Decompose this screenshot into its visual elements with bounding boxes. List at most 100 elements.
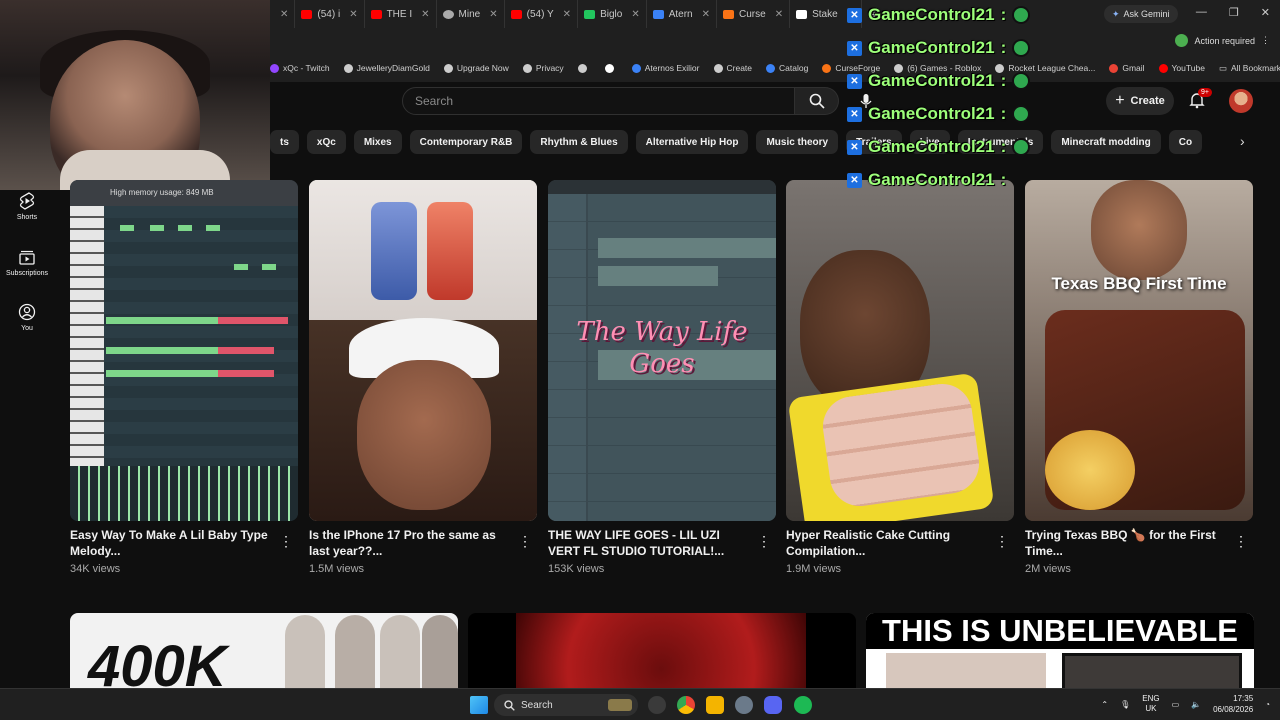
filter-chip[interactable]: Music theory [756,130,839,154]
menu-dots-icon[interactable]: ⋮ [1261,35,1270,46]
start-windows-icon[interactable] [470,696,488,714]
taskbar-search[interactable]: Search [494,694,638,716]
bookmark-item[interactable]: Aternos Exilior [631,63,700,73]
bookmarks-bar: xQc - Twitch JewelleryDiamGold Upgrade Now… [270,58,1280,78]
more-options-icon[interactable]: ⋮ [757,533,771,550]
bookmark-item[interactable]: xQc - Twitch [270,63,330,73]
video-thumbnail[interactable]: High memory usage: 849 MB [70,180,298,521]
browser-tab[interactable]: THE I ✕ [365,0,437,28]
browser-tab[interactable]: ✕ [270,0,296,28]
search-input[interactable]: Search [402,87,795,115]
search-box: Search [402,87,839,115]
more-options-icon[interactable]: ⋮ [518,533,532,550]
close-tab-icon[interactable]: ✕ [563,9,571,20]
close-tab-icon[interactable]: ✕ [489,9,497,20]
filter-chip[interactable]: Rhythm & Blues [530,130,628,154]
browser-tab[interactable]: Biglo ✕ [578,0,647,28]
chat-badge-icon: ✕ [847,106,862,122]
bookmark-item[interactable] [577,63,591,73]
video-thumbnail[interactable]: Texas BBQ First Time [1025,180,1253,521]
all-bookmarks-label: All Bookmarks [1230,63,1280,73]
minimize-icon[interactable]: — [1196,6,1207,19]
browser-tab[interactable]: (54) Y ✕ [505,0,579,28]
filter-chip[interactable]: Co [1168,130,1203,154]
close-tab-icon[interactable]: ✕ [631,9,639,20]
network-icon[interactable]: ▭ [1172,700,1180,709]
bookmark-item[interactable]: Upgrade Now [443,63,509,73]
browser-tab[interactable]: (54) i ✕ [295,0,365,28]
address-bar[interactable] [270,30,1280,56]
chevron-up-icon[interactable]: ⌃ [1101,700,1108,709]
chevron-right-icon[interactable]: › [1240,133,1245,149]
stake-favicon-icon [796,9,808,19]
thumbnail-text-unbelievable: THIS IS UNBELIEVABLE [866,613,1254,649]
browser-tab[interactable]: Atern ✕ [647,0,717,28]
bookmark-item[interactable]: Catalog [766,63,808,73]
close-tab-icon[interactable]: ✕ [775,9,783,20]
maximize-icon[interactable]: ❐ [1229,6,1239,19]
notifications-button[interactable]: 9+ [1188,88,1212,114]
more-options-icon[interactable]: ⋮ [279,533,293,550]
emote-icon [1012,39,1031,57]
video-thumbnail[interactable] [309,180,537,521]
profile-action-required[interactable]: Action required ⋮ [1175,34,1270,47]
bookmark-item[interactable]: Gmail [1109,63,1145,73]
bookmark-item[interactable]: Create [713,63,752,73]
sidebar-item-subscriptions[interactable]: Subscriptions [0,248,54,277]
app-icon[interactable] [648,696,666,714]
video-thumbnail[interactable]: THIS IS UNBELIEVABLE [866,613,1254,693]
filter-chip[interactable]: Contemporary R&B [409,130,523,154]
more-options-icon[interactable]: ⋮ [995,533,1009,550]
chat-username: GameControl21 [868,71,995,90]
tab-label: Atern [668,8,693,20]
close-tab-icon[interactable]: ✕ [421,9,429,20]
microphone-tray-icon[interactable]: 🎙 [1120,700,1130,709]
chrome-icon[interactable] [677,696,695,714]
settings-gear-icon[interactable] [735,696,753,714]
clock[interactable]: 17:35 06/08/2026 [1213,693,1253,715]
video-thumbnail[interactable]: 400K [70,613,458,693]
video-title[interactable]: Trying Texas BBQ 🍗 for the First Time... [1025,527,1225,559]
video-thumbnail[interactable] [468,613,856,693]
bookmark-item[interactable]: JewelleryDiamGold [343,63,430,73]
filter-chip[interactable]: Alternative Hip Hop [635,130,749,154]
close-tab-icon[interactable]: ✕ [702,9,710,20]
chat-username: GameControl21 [868,170,995,189]
video-title[interactable]: Is the IPhone 17 Pro the same as last ye… [309,527,509,559]
close-tab-icon[interactable]: ✕ [280,9,288,20]
bookmark-item[interactable]: YouTube [1158,63,1205,73]
search-button[interactable] [795,87,839,115]
more-options-icon[interactable]: ⋮ [1234,533,1248,550]
sidebar-item-you[interactable]: You [0,303,54,332]
volume-icon[interactable]: 🔈 [1191,700,1201,709]
language-indicator[interactable]: ENG UK [1142,694,1159,714]
browser-tab[interactable]: Curse ✕ [717,0,791,28]
browser-tab[interactable]: Mine ✕ [437,0,505,28]
filter-chip[interactable]: Mixes [353,130,402,154]
filter-chip[interactable]: Minecraft modding [1051,130,1161,154]
close-tab-icon[interactable]: ✕ [349,9,357,20]
bookmark-item[interactable]: Privacy [522,63,564,73]
sidebar-item-shorts[interactable]: Shorts [0,192,54,221]
ask-gemini-button[interactable]: ✦ Ask Gemini [1104,5,1178,23]
notification-bell-icon[interactable]: ◔ [1265,700,1270,709]
discord-icon[interactable] [764,696,782,714]
video-thumbnail[interactable] [786,180,1014,521]
filter-chip[interactable]: xQc [306,130,346,154]
create-button[interactable]: + Create [1106,87,1174,115]
bookmark-label: YouTube [1171,63,1205,73]
filter-chip[interactable]: ts [270,130,299,154]
video-title[interactable]: THE WAY LIFE GOES - LIL UZI VERT FL STUD… [548,527,748,559]
bookmark-label: Privacy [535,63,564,73]
video-thumbnail[interactable]: The Way Life Goes [548,180,776,521]
emote-icon [1012,6,1031,24]
bookmark-favicon-icon [713,63,723,73]
spotify-icon[interactable] [794,696,812,714]
close-window-icon[interactable]: ✕ [1261,6,1270,19]
video-title[interactable]: Hyper Realistic Cake Cutting Compilation… [786,527,986,559]
bookmark-item[interactable] [604,63,618,73]
account-avatar[interactable] [1229,89,1253,113]
video-title[interactable]: Easy Way To Make A Lil Baby Type Melody.… [70,527,270,559]
file-explorer-icon[interactable] [706,696,724,714]
all-bookmarks-button[interactable]: ▭ All Bookmarks [1219,63,1280,74]
